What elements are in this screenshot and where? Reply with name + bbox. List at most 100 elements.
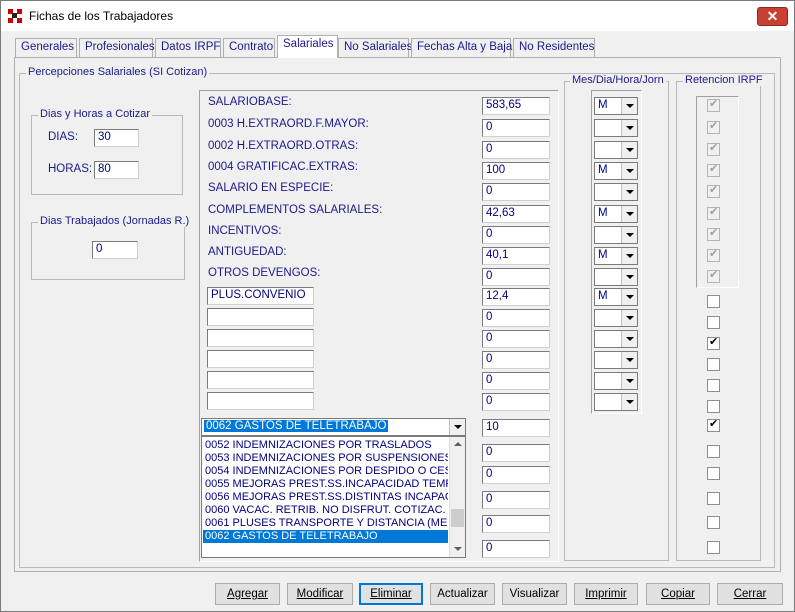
list-item[interactable]: 0056 MEJORAS PREST.SS.DISTINTAS INCAPACI…: [205, 491, 448, 504]
custom-concept-name-input[interactable]: [207, 371, 314, 389]
irpf-checkbox[interactable]: ✔: [707, 336, 720, 350]
concept-amount-input[interactable]: 0: [482, 183, 550, 201]
chevron-down-icon[interactable]: [621, 142, 637, 158]
chevron-down-icon[interactable]: [621, 331, 637, 347]
concept-amount-input[interactable]: 0: [482, 268, 550, 286]
custom-concept-name-input[interactable]: [207, 329, 314, 347]
period-select[interactable]: M: [594, 205, 638, 223]
chevron-down-icon[interactable]: [621, 269, 637, 285]
chevron-down-icon[interactable]: [621, 227, 637, 243]
extra-amount-input[interactable]: 0: [482, 515, 550, 533]
chevron-down-icon[interactable]: [621, 373, 637, 389]
concept-dropdown-list[interactable]: 0052 INDEMNIZACIONES POR TRASLADOS 0053 I…: [201, 436, 466, 558]
tab-no-salariales[interactable]: No Salariales: [338, 38, 412, 58]
list-item[interactable]: 0055 MEJORAS PREST.SS.INCAPACIDAD TEMPOR…: [205, 478, 448, 491]
concept-select-irpf-checkbox[interactable]: ✔: [707, 418, 720, 432]
eliminar-button[interactable]: Eliminar: [359, 583, 423, 605]
concept-amount-input[interactable]: 0: [482, 141, 550, 159]
agregar-button[interactable]: Agregar: [215, 583, 280, 605]
period-select[interactable]: [594, 141, 638, 159]
extra-amount-input[interactable]: 0: [482, 540, 550, 558]
tab-contrato[interactable]: Contrato: [223, 38, 275, 58]
tab-salariales[interactable]: Salariales: [277, 35, 338, 58]
irpf-checkbox[interactable]: [707, 316, 720, 329]
list-item[interactable]: 0060 VACAC. RETRIB. NO DISFRUT. COTIZAC.…: [205, 504, 448, 517]
tab-generales[interactable]: Generales: [15, 38, 77, 58]
imprimir-button[interactable]: Imprimir: [574, 583, 638, 605]
tab-no-residentes[interactable]: No Residentes: [513, 38, 595, 58]
visualizar-button[interactable]: Visualizar: [502, 583, 567, 605]
period-select[interactable]: [594, 330, 638, 348]
list-item[interactable]: 0062 GASTOS DE TELETRABAJO: [203, 530, 448, 543]
irpf-checkbox[interactable]: [707, 541, 720, 554]
horas-input[interactable]: 80: [94, 161, 139, 179]
concept-amount-input[interactable]: 40,1: [482, 247, 550, 265]
chevron-down-icon[interactable]: [621, 120, 637, 136]
extra-amount-input[interactable]: 0: [482, 491, 550, 509]
period-select[interactable]: [594, 393, 638, 411]
copiar-button[interactable]: Copiar: [646, 583, 710, 605]
period-select[interactable]: M: [594, 288, 638, 306]
custom-concept-name-input[interactable]: [207, 308, 314, 326]
chevron-down-icon[interactable]: [449, 419, 465, 435]
chevron-down-icon[interactable]: [621, 289, 637, 305]
period-select[interactable]: M: [594, 97, 638, 115]
tab-profesionales[interactable]: Profesionales: [79, 38, 155, 58]
chevron-down-icon[interactable]: [621, 184, 637, 200]
extra-amount-input[interactable]: 0: [482, 466, 550, 484]
irpf-checkbox[interactable]: [707, 492, 720, 505]
irpf-checkbox[interactable]: [707, 379, 720, 392]
list-item[interactable]: 0052 INDEMNIZACIONES POR TRASLADOS: [205, 439, 448, 452]
custom-amount-input[interactable]: 0: [482, 309, 550, 327]
concept-amount-input[interactable]: 583,65: [482, 97, 550, 115]
custom-amount-input[interactable]: 12,4: [482, 288, 550, 306]
list-item[interactable]: 0053 INDEMNIZACIONES POR SUSPENSIONES: [205, 452, 448, 465]
chevron-down-icon[interactable]: [621, 310, 637, 326]
concept-amount-input[interactable]: 42,63: [482, 205, 550, 223]
irpf-checkbox[interactable]: [707, 445, 720, 458]
concept-amount-input[interactable]: 100: [482, 162, 550, 180]
cerrar-button[interactable]: Cerrar: [717, 583, 783, 605]
dias-trabajados-input[interactable]: 0: [92, 241, 138, 259]
concept-amount-input[interactable]: 0: [482, 119, 550, 137]
irpf-checkbox[interactable]: [707, 400, 720, 413]
irpf-checkbox[interactable]: [707, 467, 720, 480]
custom-amount-input[interactable]: 0: [482, 330, 550, 348]
period-select[interactable]: M: [594, 247, 638, 265]
period-select[interactable]: M: [594, 162, 638, 180]
period-select[interactable]: [594, 268, 638, 286]
list-item[interactable]: 0061 PLUSES TRANSPORTE Y DISTANCIA (MED: [205, 517, 448, 530]
list-scrollbar[interactable]: [449, 437, 465, 557]
actualizar-button[interactable]: Actualizar: [430, 583, 495, 605]
scroll-thumb[interactable]: [451, 509, 464, 527]
irpf-checkbox[interactable]: [707, 295, 720, 308]
list-item[interactable]: 0054 INDEMNIZACIONES POR DESPIDO O CESE: [205, 465, 448, 478]
period-select[interactable]: [594, 183, 638, 201]
custom-amount-input[interactable]: 0: [482, 372, 550, 390]
period-select[interactable]: [594, 309, 638, 327]
extra-amount-input[interactable]: 0: [482, 444, 550, 462]
period-select[interactable]: [594, 226, 638, 244]
chevron-down-icon[interactable]: [621, 98, 637, 114]
irpf-checkbox[interactable]: [707, 358, 720, 371]
chevron-down-icon[interactable]: [621, 163, 637, 179]
custom-amount-input[interactable]: 0: [482, 393, 550, 411]
period-select[interactable]: [594, 119, 638, 137]
custom-concept-name-input[interactable]: PLUS.CONVENIO: [207, 287, 314, 305]
chevron-down-icon[interactable]: [621, 352, 637, 368]
concept-amount-input[interactable]: 0: [482, 226, 550, 244]
modificar-button[interactable]: Modificar: [287, 583, 353, 605]
irpf-checkbox[interactable]: [707, 516, 720, 529]
chevron-down-icon[interactable]: [621, 394, 637, 410]
chevron-down-icon[interactable]: [621, 206, 637, 222]
tab-datos-irpf[interactable]: Datos IRPF: [155, 38, 221, 58]
period-select[interactable]: [594, 351, 638, 369]
custom-concept-name-input[interactable]: [207, 392, 314, 410]
scroll-up-icon[interactable]: [450, 437, 465, 452]
period-select[interactable]: [594, 372, 638, 390]
tab-fechas-alta-baja[interactable]: Fechas Alta y Baja: [411, 38, 512, 58]
chevron-down-icon[interactable]: [621, 248, 637, 264]
scroll-down-icon[interactable]: [450, 542, 465, 557]
concept-select[interactable]: 0062 GASTOS DE TELETRABAJO: [201, 418, 466, 436]
concept-select-amount[interactable]: 10: [482, 419, 550, 437]
